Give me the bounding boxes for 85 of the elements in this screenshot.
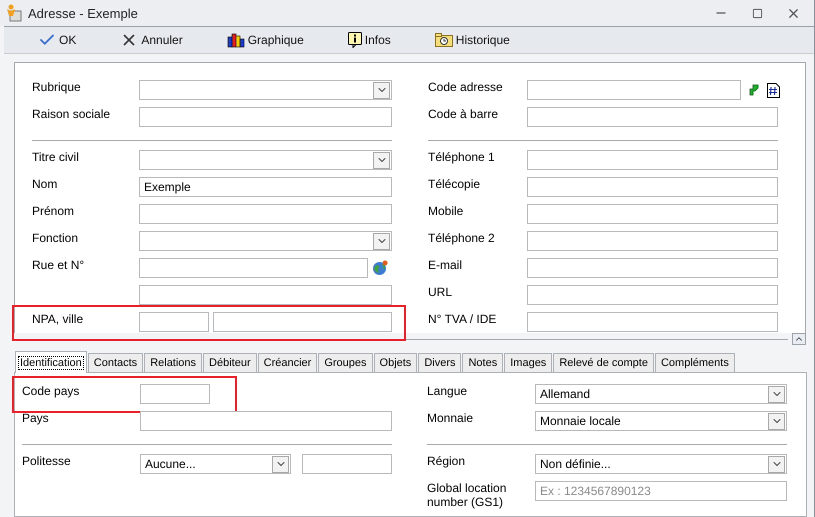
text-field[interactable] [213,312,392,332]
tab[interactable]: Compléments [654,353,735,373]
text-field[interactable] [527,258,778,278]
dropdown-button[interactable] [272,456,289,472]
toolbar-button[interactable]: OK [34,29,80,51]
field-label: Politesse [22,454,72,469]
field-label: Télécopie [428,177,482,192]
tab[interactable]: Contacts [88,353,144,373]
window-title: Adresse - Exemple [28,6,139,20]
tab[interactable]: Débiteur [203,353,257,373]
text-field[interactable] [139,204,392,224]
field-label: Raison sociale [32,107,112,122]
field-label: Prénom [32,204,76,219]
tab[interactable]: Relevé de compte [553,353,654,373]
field-label: URL [428,285,454,300]
dropdown-field[interactable]: Non définie... [535,454,787,474]
field-label: Code pays [22,384,80,399]
dropdown-field[interactable] [139,150,392,170]
tab[interactable]: Créancier [258,353,318,373]
toolbar-button[interactable]: Infos [344,29,395,51]
field-label: E-mail [428,258,464,273]
bar-chart-icon [226,32,245,48]
folder-clock-icon [434,33,453,47]
dropdown-button[interactable] [768,386,785,402]
toolbar-button[interactable]: Annuler [116,29,187,51]
field-label: Pays [22,411,50,426]
tab[interactable]: Groupes [318,353,373,373]
field-label: Téléphone 1 [428,150,496,165]
text-field[interactable] [527,285,778,305]
text-field[interactable] [139,258,368,278]
tab[interactable]: Relations [144,353,202,373]
field-label: Mobile [428,204,464,219]
text-field[interactable] [527,150,778,170]
text-field[interactable] [139,285,392,305]
field-label: NPA, ville [32,312,84,327]
text-field[interactable] [527,80,741,100]
dropdown-field[interactable] [139,80,392,100]
toolbar-button[interactable]: Graphique [222,29,308,51]
text-field[interactable] [527,231,778,251]
dropdown-field[interactable]: Allemand [535,384,787,404]
tab[interactable]: Images [504,353,552,373]
toolbar-button[interactable]: Historique [430,29,514,51]
info-icon [348,32,362,48]
dropdown-button[interactable] [373,152,390,168]
text-field[interactable] [302,454,392,474]
field-label: N° TVA / IDE [428,312,498,327]
dropdown-field[interactable]: Aucune... [140,454,291,474]
text-field[interactable] [140,411,392,431]
text-field[interactable] [140,384,210,404]
tab[interactable]: Notes [462,353,504,373]
field-label: Code à barre [428,107,500,122]
field-label: Région [427,454,466,469]
tab[interactable]: Objets [374,353,418,373]
text-field[interactable] [527,204,778,224]
field-label: Code adresse [428,80,504,95]
dropdown-button[interactable] [768,412,785,430]
field-label: Fonction [32,231,80,246]
field-label: Global location number (GS1) [427,481,508,510]
dropdown-field[interactable]: Monnaie locale [535,411,787,431]
text-field[interactable] [139,107,392,127]
dropdown-button[interactable] [373,82,390,98]
field-label: Nom [32,177,58,192]
text-field[interactable] [527,177,778,197]
dropdown-field[interactable] [139,231,392,251]
text-field[interactable] [139,312,209,332]
field-label: Rue et N° [32,258,86,273]
globe-icon[interactable] [372,260,388,276]
text-field[interactable]: Ex : 1234567890123 [535,481,787,501]
scroll-up-button[interactable] [792,333,806,345]
text-field[interactable] [527,107,778,127]
maximize-icon [752,8,762,18]
field-label: Téléphone 2 [428,231,496,246]
hash-document-icon[interactable] [767,82,780,98]
arrow-icon[interactable] [749,84,759,96]
field-label: Rubrique [32,80,82,95]
tab[interactable]: Identification [15,351,87,373]
text-field[interactable] [527,312,778,332]
field-label: Monnaie [427,411,474,426]
text-field[interactable]: Exemple [139,177,392,197]
field-label: Langue [427,384,468,399]
field-label: Titre civil [32,150,80,165]
app-icon [6,4,22,22]
tab[interactable]: Divers [418,353,462,373]
dropdown-button[interactable] [768,456,785,472]
dropdown-button[interactable] [373,232,390,250]
